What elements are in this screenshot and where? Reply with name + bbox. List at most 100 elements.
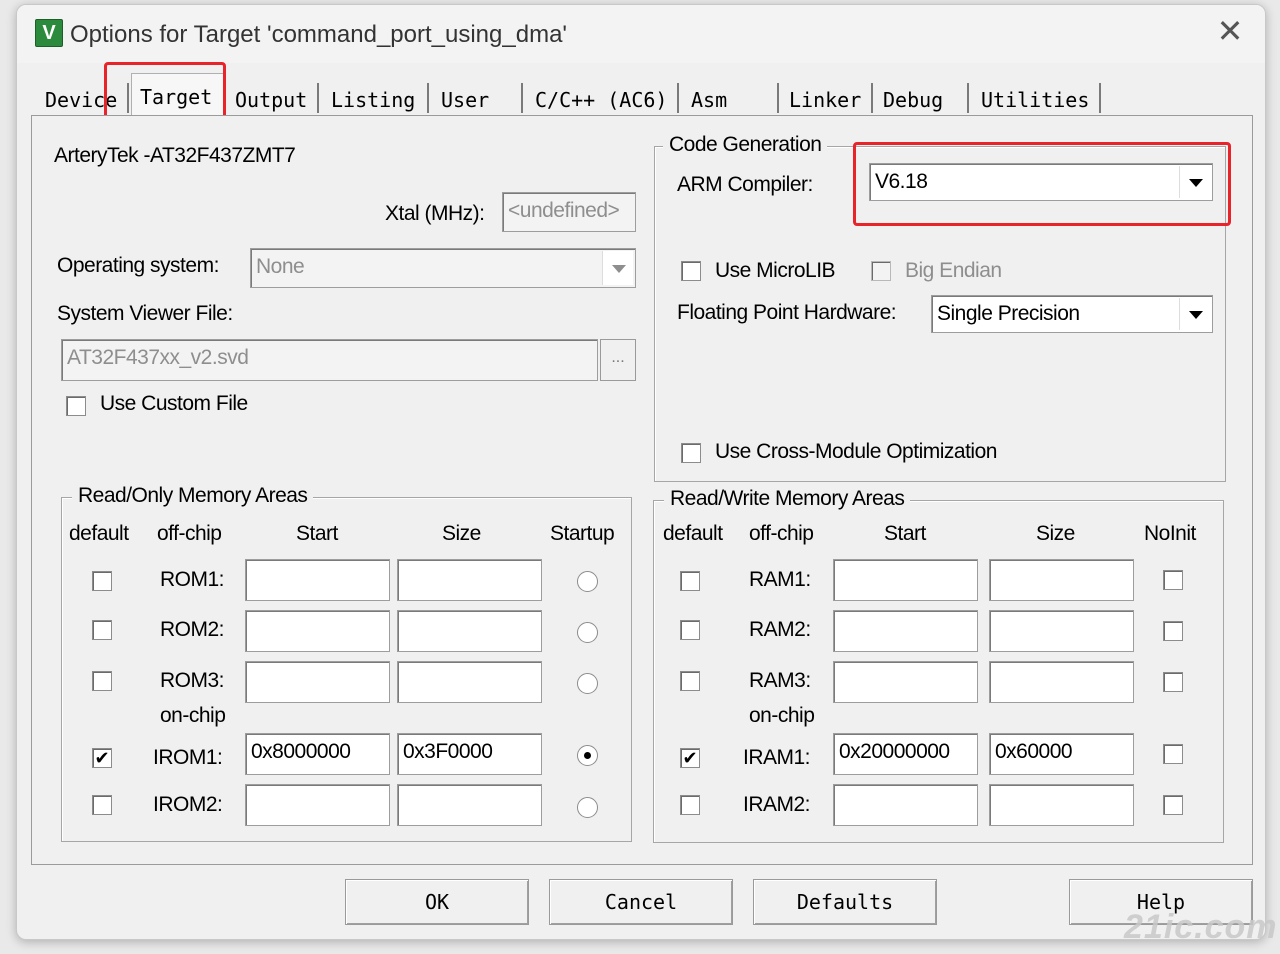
rom2-start-input[interactable] bbox=[245, 610, 390, 652]
big-endian-label: Big Endian bbox=[905, 259, 1002, 282]
use-microlib-checkbox[interactable] bbox=[681, 261, 701, 281]
ram-header-size: Size bbox=[1036, 522, 1075, 545]
tab-debug[interactable]: Debug bbox=[875, 83, 969, 113]
ram2-noinit-checkbox[interactable] bbox=[1163, 621, 1183, 641]
svd-browse-button[interactable]: ... bbox=[600, 339, 636, 381]
tab-utilities[interactable]: Utilities bbox=[973, 83, 1101, 113]
rom-header-default: default bbox=[69, 522, 129, 545]
ram3-start-input[interactable] bbox=[833, 661, 978, 703]
ram3-default-checkbox[interactable] bbox=[680, 671, 700, 691]
iram2-start-input[interactable] bbox=[833, 784, 978, 826]
iram1-size-input[interactable]: 0x60000 bbox=[989, 733, 1134, 775]
tab-linker[interactable]: Linker bbox=[781, 83, 873, 113]
iram1-noinit-checkbox[interactable] bbox=[1163, 744, 1183, 764]
defaults-button[interactable]: Defaults bbox=[753, 879, 937, 925]
chevron-down-icon bbox=[1179, 298, 1210, 330]
rom1-size-input[interactable] bbox=[397, 559, 542, 601]
irom2-start-input[interactable] bbox=[245, 784, 390, 826]
close-icon[interactable]: ✕ bbox=[1213, 15, 1247, 49]
use-custom-file-label: Use Custom File bbox=[100, 392, 248, 415]
tab-listing[interactable]: Listing bbox=[323, 83, 429, 113]
tab-user[interactable]: User bbox=[433, 83, 523, 113]
ram-areas-title: Read/Write Memory Areas bbox=[664, 487, 911, 511]
xtal-input[interactable]: <undefined> bbox=[502, 192, 636, 232]
rom-header-size: Size bbox=[442, 522, 481, 545]
tab-cpp[interactable]: C/C++ (AC6) bbox=[527, 83, 679, 113]
ram1-start-input[interactable] bbox=[833, 559, 978, 601]
big-endian-checkbox[interactable] bbox=[871, 261, 891, 281]
tab-output[interactable]: Output bbox=[227, 83, 319, 113]
window-title: Options for Target 'command_port_using_d… bbox=[70, 21, 567, 48]
ram1-size-input[interactable] bbox=[989, 559, 1134, 601]
use-microlib-label: Use MicroLIB bbox=[715, 259, 836, 282]
rom1-start-input[interactable] bbox=[245, 559, 390, 601]
rom3-startup-radio[interactable] bbox=[577, 673, 598, 694]
cross-module-checkbox[interactable] bbox=[681, 443, 701, 463]
os-label: Operating system: bbox=[57, 254, 219, 277]
code-generation-title: Code Generation bbox=[663, 133, 828, 157]
device-name: ArteryTek -AT32F437ZMT7 bbox=[54, 144, 296, 167]
title-bar: V Options for Target 'command_port_using… bbox=[17, 5, 1265, 63]
fpu-select[interactable]: Single Precision bbox=[931, 295, 1213, 333]
irom1-size-input[interactable]: 0x3F0000 bbox=[397, 733, 542, 775]
chevron-down-icon bbox=[602, 251, 633, 285]
ram1-label: RAM1: bbox=[749, 568, 811, 591]
iram1-default-checkbox[interactable]: ✔ bbox=[680, 748, 700, 768]
ram1-default-checkbox[interactable] bbox=[680, 571, 700, 591]
rom-header-offchip: off-chip bbox=[157, 522, 222, 545]
xtal-label: Xtal (MHz): bbox=[385, 202, 485, 225]
iram2-label: IRAM2: bbox=[743, 793, 811, 816]
ram2-label: RAM2: bbox=[749, 618, 811, 641]
rom2-default-checkbox[interactable] bbox=[92, 620, 112, 640]
iram2-noinit-checkbox[interactable] bbox=[1163, 795, 1183, 815]
cross-module-label: Use Cross-Module Optimization bbox=[715, 440, 997, 463]
compiler-highlight bbox=[853, 142, 1231, 226]
ram-onchip-label: on-chip bbox=[749, 704, 815, 727]
irom1-label: IROM1: bbox=[153, 746, 223, 769]
fpu-label: Floating Point Hardware: bbox=[677, 301, 897, 324]
ram-header-default: default bbox=[663, 522, 723, 545]
irom1-start-input[interactable]: 0x8000000 bbox=[245, 733, 390, 775]
rom-onchip-label: on-chip bbox=[160, 704, 226, 727]
iram1-label: IRAM1: bbox=[743, 746, 811, 769]
ok-button[interactable]: OK bbox=[345, 879, 529, 925]
ram3-label: RAM3: bbox=[749, 669, 811, 692]
ram-header-start: Start bbox=[884, 522, 926, 545]
ram2-size-input[interactable] bbox=[989, 610, 1134, 652]
svd-input[interactable]: AT32F437xx_v2.svd bbox=[61, 339, 598, 381]
iram1-start-input[interactable]: 0x20000000 bbox=[833, 733, 978, 775]
irom1-startup-radio[interactable] bbox=[577, 745, 598, 766]
ram3-noinit-checkbox[interactable] bbox=[1163, 672, 1183, 692]
rom-areas-title: Read/Only Memory Areas bbox=[72, 484, 314, 508]
rom-header-start: Start bbox=[296, 522, 338, 545]
tab-asm[interactable]: Asm bbox=[683, 83, 779, 113]
iram2-default-checkbox[interactable] bbox=[680, 795, 700, 815]
ram-header-noinit: NoInit bbox=[1144, 522, 1196, 545]
rom3-start-input[interactable] bbox=[245, 661, 390, 703]
iram2-size-input[interactable] bbox=[989, 784, 1134, 826]
cancel-button[interactable]: Cancel bbox=[549, 879, 733, 925]
ram-areas-group: Read/Write Memory Areas default off-chip… bbox=[653, 487, 1224, 843]
ram2-default-checkbox[interactable] bbox=[680, 620, 700, 640]
compiler-label: ARM Compiler: bbox=[677, 173, 813, 196]
rom2-startup-radio[interactable] bbox=[577, 622, 598, 643]
target-panel: ArteryTek -AT32F437ZMT7 Xtal (MHz): <und… bbox=[31, 115, 1253, 865]
rom1-startup-radio[interactable] bbox=[577, 571, 598, 592]
irom1-default-checkbox[interactable]: ✔ bbox=[92, 748, 112, 768]
options-dialog: V Options for Target 'command_port_using… bbox=[16, 4, 1266, 940]
use-custom-file-checkbox[interactable] bbox=[66, 396, 86, 416]
keil-app-icon: V bbox=[35, 19, 63, 47]
irom2-size-input[interactable] bbox=[397, 784, 542, 826]
rom2-size-input[interactable] bbox=[397, 610, 542, 652]
irom2-startup-radio[interactable] bbox=[577, 797, 598, 818]
ram2-start-input[interactable] bbox=[833, 610, 978, 652]
rom3-size-input[interactable] bbox=[397, 661, 542, 703]
ram3-size-input[interactable] bbox=[989, 661, 1134, 703]
rom-areas-group: Read/Only Memory Areas default off-chip … bbox=[61, 484, 632, 842]
ram-header-offchip: off-chip bbox=[749, 522, 814, 545]
ram1-noinit-checkbox[interactable] bbox=[1163, 570, 1183, 590]
irom2-default-checkbox[interactable] bbox=[92, 795, 112, 815]
rom3-default-checkbox[interactable] bbox=[92, 671, 112, 691]
os-select[interactable]: None bbox=[250, 248, 636, 288]
rom1-default-checkbox[interactable] bbox=[92, 571, 112, 591]
